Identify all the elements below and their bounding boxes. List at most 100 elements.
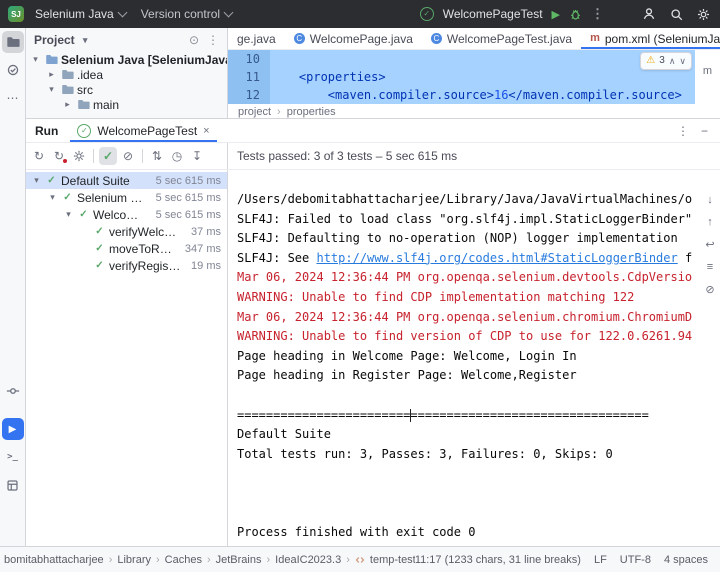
terminal-icon: >_ — [7, 452, 18, 462]
locate-file-icon[interactable]: ⊙ — [189, 33, 199, 47]
version-control-tool-button[interactable] — [2, 380, 24, 402]
project-tree-item[interactable]: ▸ main — [26, 97, 227, 112]
rerun-failed-tests-icon[interactable]: ↻ — [50, 147, 68, 165]
project-tree-item[interactable]: ▸ .idea — [26, 67, 227, 82]
status-bar: bomitabhattacharjee › Library › Caches ›… — [0, 546, 720, 572]
panel-options-icon[interactable]: ⋮ — [207, 33, 219, 47]
commit-tool-button[interactable] — [2, 59, 24, 81]
line-number: 12 — [245, 88, 260, 102]
next-issue-icon[interactable]: ∨ — [679, 52, 686, 70]
chevron-down-icon[interactable]: ▾ — [46, 84, 57, 95]
java-class-icon: C — [430, 33, 442, 44]
chevron-right-icon[interactable]: ▸ — [46, 69, 57, 80]
sort-by-duration-icon[interactable]: ◷ — [168, 147, 186, 165]
test-settings-icon[interactable] — [70, 147, 88, 165]
run-config-selector[interactable]: WelcomePageTest — [443, 7, 543, 21]
rerun-tests-icon[interactable]: ↻ — [30, 147, 48, 165]
editor-tab[interactable]: ge.java — [228, 28, 285, 49]
test-runner-toolbar: ↻ ↻ ✓ ⊘ ⇅ ◷ ↧ Tests passed: 3 of 3 tests… — [26, 143, 720, 170]
inspections-widget[interactable]: ⚠ 3 ∧ ∨ — [640, 52, 692, 70]
console-line: SLF4J: Defaulting to no-operation (NOP) … — [237, 231, 678, 246]
encoding-indicator[interactable]: UTF-8 — [620, 554, 651, 566]
chevron-down-icon[interactable]: ▾ — [80, 35, 91, 46]
vcs-widget[interactable]: Version control — [137, 5, 236, 23]
project-badge: SJ — [8, 6, 24, 22]
chevron-right-icon[interactable]: ▸ — [62, 99, 73, 110]
breadcrumb-item[interactable]: project — [238, 106, 271, 118]
title-bar: SJ Selenium Java Version control ✓ Welco… — [0, 0, 720, 28]
sort-alphabetically-icon[interactable]: ⇅ — [148, 147, 166, 165]
hide-panel-icon[interactable]: − — [701, 124, 708, 138]
search-icon[interactable] — [670, 8, 683, 21]
editor-tab[interactable]: C WelcomePageTest.java — [422, 28, 581, 49]
test-tree-row[interactable]: ▾ ✓ Default Suite 5 sec 615 ms — [26, 172, 227, 189]
chevron-down-icon[interactable]: ▾ — [63, 209, 74, 220]
more-tool-windows-icon[interactable]: ⋯ — [2, 87, 24, 109]
console-lines-icon[interactable]: ≡ — [707, 261, 713, 273]
run-button[interactable]: ▶ — [552, 8, 560, 21]
caret-position[interactable]: 11:17 (1233 chars, 31 line breaks) — [415, 554, 581, 566]
soft-wrap-icon[interactable]: ↩ — [705, 238, 714, 251]
chevron-down-icon[interactable]: ▾ — [47, 192, 58, 203]
console-line: Mar 06, 2024 12:36:44 PM org.openqa.sele… — [237, 309, 693, 324]
test-passed-icon: ✓ — [95, 260, 104, 271]
line-number: 11 — [245, 70, 260, 84]
show-ignored-icon[interactable]: ⊘ — [119, 147, 137, 165]
project-tool-button[interactable] — [1, 31, 24, 53]
console-line: Mar 06, 2024 12:36:44 PM org.openqa.sele… — [237, 270, 693, 285]
breadcrumb-separator: › — [277, 105, 281, 118]
console-line: Default Suite — [237, 427, 331, 442]
project-selector[interactable]: Selenium Java — [31, 5, 130, 23]
run-tab[interactable]: ✓ WelcomePageTest × — [70, 119, 216, 142]
more-actions-icon[interactable]: ⋮ — [591, 6, 604, 22]
console-output[interactable]: /Users/debomitabhattacharjee/Library/Jav… — [228, 170, 700, 548]
panel-options-icon[interactable]: ⋮ — [677, 124, 689, 138]
editor-tab-active[interactable]: m pom.xml (SeleniumJava) — [581, 28, 720, 49]
run-panel-header: Run ✓ WelcomePageTest × ⋮ − — [26, 119, 720, 143]
scroll-to-start-icon[interactable]: ↑ — [707, 216, 713, 228]
test-tree-row[interactable]: ✓ verifyWelcomePageHeadi 37 ms — [26, 223, 227, 240]
console-line: Process finished with exit code 0 — [237, 525, 476, 540]
breadcrumb-item[interactable]: properties — [287, 106, 336, 118]
settings-gear-icon[interactable] — [697, 8, 710, 21]
console-link[interactable]: http://www.slf4j.org/codes.html#StaticLo… — [316, 251, 677, 265]
test-status-summary: Tests passed: 3 of 3 tests – 5 sec 615 m… — [237, 149, 458, 163]
terminal-tool-button[interactable]: >_ — [2, 446, 24, 468]
test-tree-row[interactable]: ▾ ✓ WelcomePageTest 5 sec 615 ms — [26, 206, 227, 223]
project-tree-item[interactable]: ▾ src — [26, 82, 227, 97]
run-tool-button[interactable]: ▶ — [1, 418, 24, 440]
services-tool-button[interactable] — [2, 474, 24, 496]
status-file-path[interactable]: bomitabhattacharjee › Library › Caches ›… — [4, 554, 415, 566]
scroll-to-end-icon[interactable]: ↓ — [707, 194, 713, 206]
import-test-results-icon[interactable]: ↧ — [188, 147, 206, 165]
code-with-me-icon[interactable] — [642, 7, 656, 21]
test-tree-row[interactable]: ✓ moveToRegisterPage 347 ms — [26, 240, 227, 257]
project-root-folder-icon — [44, 53, 58, 66]
editor-area: ge.java C WelcomePage.java C WelcomePage… — [228, 28, 720, 118]
close-icon[interactable]: × — [203, 125, 209, 137]
warning-icon: ⚠ — [646, 55, 656, 66]
test-passed-icon: ✓ — [95, 243, 104, 254]
editor-tab[interactable]: C WelcomePage.java — [285, 28, 422, 49]
show-passed-icon[interactable]: ✓ — [99, 147, 117, 165]
line-separator-indicator[interactable]: LF — [594, 554, 607, 566]
warning-count: 3 — [659, 55, 665, 66]
prev-issue-icon[interactable]: ∧ — [669, 52, 676, 70]
console-line: WARNING: Unable to find CDP implementati… — [237, 289, 635, 304]
project-panel-title[interactable]: Project — [34, 33, 75, 47]
code-line: 12 <maven.compiler.source>16</maven.comp… — [228, 86, 720, 104]
folder-icon — [76, 98, 90, 111]
project-tree-root[interactable]: ▾ Selenium Java [SeleniumJava] ~/IdeaPro… — [26, 52, 227, 67]
test-result-tree: ▾ ✓ Default Suite 5 sec 615 ms ▾ ✓ Selen… — [26, 170, 228, 548]
chevron-down-icon[interactable]: ▾ — [31, 175, 42, 186]
editor-code-area[interactable]: 10 11 <properties> 12 <maven.compiler.so… — [228, 50, 720, 104]
code-line: 11 <properties> — [228, 68, 720, 86]
test-tree-row[interactable]: ✓ verifyRegisterPageHeadin 19 ms — [26, 257, 227, 274]
indent-indicator[interactable]: 4 spaces — [664, 554, 708, 566]
clear-console-icon[interactable]: ⊘ — [705, 283, 714, 296]
test-config-icon: ✓ — [77, 123, 92, 138]
test-tree-row[interactable]: ▾ ✓ Selenium Java 5 sec 615 ms — [26, 189, 227, 206]
chevron-down-icon[interactable]: ▾ — [30, 54, 41, 65]
debug-button[interactable] — [569, 8, 582, 21]
